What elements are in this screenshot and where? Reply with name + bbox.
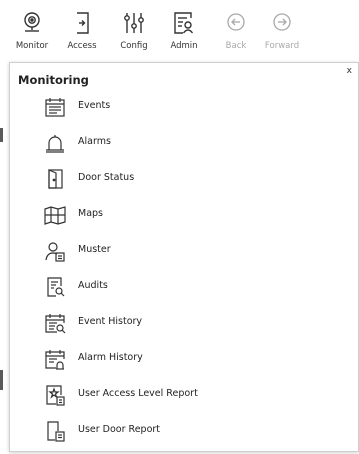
monitor-icon xyxy=(19,10,45,36)
menu-item-label: Events xyxy=(78,100,111,111)
forward-icon xyxy=(269,10,295,36)
menu-item-door-status[interactable]: Door Status xyxy=(40,165,330,193)
event-history-icon xyxy=(44,312,66,334)
config-label: Config xyxy=(120,41,148,51)
menu-item-label: Maps xyxy=(78,208,103,219)
panel-title: Monitoring xyxy=(18,73,89,87)
background-edge-mark xyxy=(0,370,3,390)
events-icon xyxy=(44,96,66,118)
menu-item-user-access-level-report[interactable]: User Access Level Report xyxy=(40,381,330,409)
door-icon xyxy=(44,168,66,190)
background-edge-mark xyxy=(0,128,3,142)
menu-item-label: Event History xyxy=(78,316,143,327)
menu-item-label: Muster xyxy=(78,244,111,255)
menu-item-label: User Door Report xyxy=(78,424,161,435)
map-icon xyxy=(44,204,66,226)
access-button[interactable]: Access xyxy=(56,6,108,58)
menu-item-alarms[interactable]: Alarms xyxy=(40,129,330,157)
menu-item-label: Audits xyxy=(78,280,108,291)
menu-item-audits[interactable]: Audits xyxy=(40,273,330,301)
access-label: Access xyxy=(67,41,97,51)
app-window: Monitor Access Config Admin Back Forward… xyxy=(0,0,359,454)
admin-label: Admin xyxy=(170,41,198,51)
menu-item-label: User Access Level Report xyxy=(78,388,198,399)
forward-button[interactable]: Forward xyxy=(258,6,306,58)
menu-item-label: Alarm History xyxy=(78,352,143,363)
main-toolbar: Monitor Access Config Admin Back Forward xyxy=(0,0,359,60)
menu-item-event-history[interactable]: Event History xyxy=(40,309,330,337)
user-door-report-icon xyxy=(44,420,66,442)
config-icon xyxy=(121,10,147,36)
menu-item-events[interactable]: Events xyxy=(40,93,330,121)
monitor-label: Monitor xyxy=(15,41,49,51)
forward-label: Forward xyxy=(264,41,300,51)
alarm-bell-icon xyxy=(44,132,66,154)
audit-icon xyxy=(44,276,66,298)
back-button[interactable]: Back xyxy=(216,6,256,58)
admin-button[interactable]: Admin xyxy=(158,6,210,58)
menu-item-label: Door Status xyxy=(78,172,135,183)
back-icon xyxy=(223,10,249,36)
admin-icon xyxy=(171,10,197,36)
menu-item-label: Alarms xyxy=(78,136,111,147)
monitoring-menu-panel: x Monitoring Events Alarms Door Status M… xyxy=(9,62,359,452)
monitor-button[interactable]: Monitor xyxy=(6,6,58,58)
user-access-report-icon xyxy=(44,384,66,406)
config-button[interactable]: Config xyxy=(108,6,160,58)
alarm-history-icon xyxy=(44,348,66,370)
menu-item-user-door-report[interactable]: User Door Report xyxy=(40,417,330,445)
close-button[interactable]: x xyxy=(347,65,352,77)
menu-item-maps[interactable]: Maps xyxy=(40,201,330,229)
menu-item-muster[interactable]: Muster xyxy=(40,237,330,265)
muster-icon xyxy=(44,240,66,262)
access-icon xyxy=(69,10,95,36)
back-label: Back xyxy=(225,41,247,51)
menu-item-alarm-history[interactable]: Alarm History xyxy=(40,345,330,373)
